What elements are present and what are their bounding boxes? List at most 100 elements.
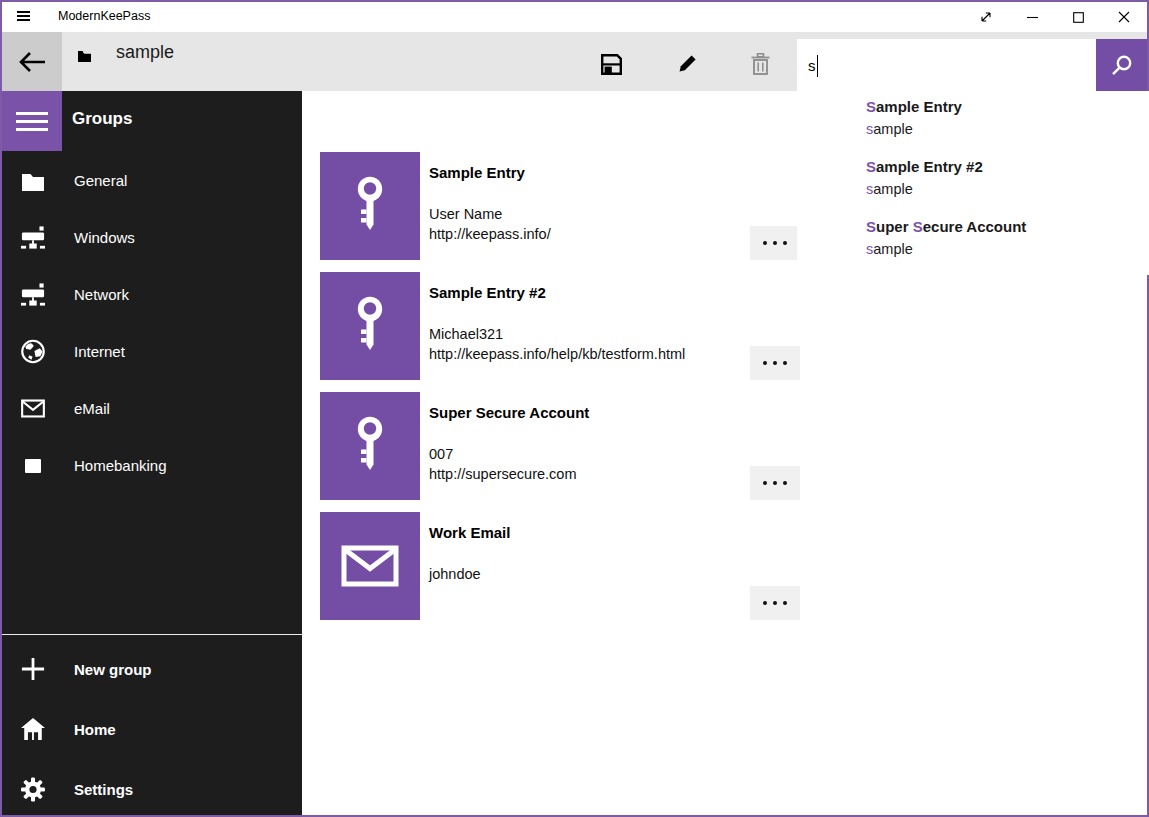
key-icon bbox=[347, 415, 393, 477]
groups-heading: Groups bbox=[72, 109, 132, 129]
entry-row[interactable]: Sample Entry #2 Michael321http://keepass… bbox=[320, 272, 1100, 380]
close-icon bbox=[1118, 11, 1130, 23]
nav-hamburger-button[interactable] bbox=[2, 91, 62, 151]
app-title: ModernKeePass bbox=[58, 9, 150, 23]
window-controls bbox=[963, 2, 1147, 32]
entry-details: User Namehttp://keepass.info/ bbox=[429, 204, 551, 244]
suggestion-title: Sample Entry bbox=[866, 97, 962, 117]
entry-title: Sample Entry #2 bbox=[429, 284, 546, 301]
more-button[interactable] bbox=[750, 226, 800, 260]
maximize-icon bbox=[1073, 12, 1084, 23]
entry-title: Sample Entry bbox=[429, 164, 525, 181]
minimize-icon bbox=[1027, 12, 1038, 23]
suggestion-item[interactable]: Sample Entry sample bbox=[866, 97, 962, 139]
sidebar-item-homebanking[interactable]: Homebanking bbox=[2, 437, 302, 494]
magnifier-icon bbox=[1110, 54, 1133, 77]
suggestion-item[interactable]: Super Secure Account sample bbox=[866, 217, 1026, 259]
sidebar-item-label: Internet bbox=[74, 343, 125, 360]
sidebar: Groups General Windows Network bbox=[2, 91, 302, 815]
key-icon bbox=[347, 295, 393, 357]
entry-title: Work Email bbox=[429, 524, 510, 541]
suggestion-subtitle: sample bbox=[866, 179, 983, 199]
save-button[interactable] bbox=[599, 52, 623, 76]
header-bar: sample s bbox=[2, 32, 1147, 91]
entry-username: Michael321 bbox=[429, 324, 685, 344]
entry-tile bbox=[320, 272, 420, 380]
sidebar-item-general[interactable]: General bbox=[2, 152, 302, 209]
groups-list: General Windows Network bbox=[2, 152, 302, 494]
more-button[interactable] bbox=[750, 586, 800, 620]
sidebar-item-label: eMail bbox=[74, 400, 110, 417]
entry-row[interactable]: Work Email johndoe bbox=[320, 512, 1100, 620]
search-input[interactable]: s bbox=[797, 39, 1096, 92]
entry-row[interactable]: Super Secure Account 007http://supersecu… bbox=[320, 392, 1100, 500]
new-group-button[interactable]: New group bbox=[2, 639, 302, 699]
entry-details: 007http://supersecure.com bbox=[429, 444, 577, 484]
folder-icon bbox=[78, 48, 91, 66]
folder-icon bbox=[21, 168, 45, 194]
sidebar-item-windows[interactable]: Windows bbox=[2, 209, 302, 266]
network-icon bbox=[21, 282, 45, 308]
entry-username: johndoe bbox=[429, 564, 481, 584]
entry-username: 007 bbox=[429, 444, 577, 464]
key-icon bbox=[347, 175, 393, 237]
search-button[interactable] bbox=[1096, 39, 1147, 92]
entry-list: Sample Entry User Namehttp://keepass.inf… bbox=[302, 91, 1147, 815]
more-button[interactable] bbox=[750, 466, 800, 500]
back-button[interactable] bbox=[2, 32, 62, 91]
save-icon bbox=[601, 54, 622, 75]
maximize-button[interactable] bbox=[1055, 2, 1101, 32]
hamburger-icon[interactable] bbox=[17, 11, 30, 22]
fullscreen-button[interactable] bbox=[963, 2, 1009, 32]
entry-details: johndoe bbox=[429, 564, 481, 584]
entry-username: User Name bbox=[429, 204, 551, 224]
sidebar-item-email[interactable]: eMail bbox=[2, 380, 302, 437]
sidebar-item-internet[interactable]: Internet bbox=[2, 323, 302, 380]
entry-tile bbox=[320, 392, 420, 500]
sidebar-item-label: Network bbox=[74, 286, 129, 303]
sidebar-item-label: Settings bbox=[74, 781, 133, 798]
trash-icon bbox=[751, 53, 770, 75]
back-arrow-icon bbox=[17, 49, 47, 75]
entry-url: http://keepass.info/help/kb/testform.htm… bbox=[429, 344, 685, 364]
sidebar-item-label: New group bbox=[74, 661, 152, 678]
sidebar-item-network[interactable]: Network bbox=[2, 266, 302, 323]
database-name: sample bbox=[116, 42, 174, 63]
titlebar: ModernKeePass bbox=[2, 2, 1147, 32]
entry-details: Michael321http://keepass.info/help/kb/te… bbox=[429, 324, 685, 364]
home-button[interactable]: Home bbox=[2, 699, 302, 759]
globe-icon bbox=[21, 339, 45, 365]
suggestion-item[interactable]: Sample Entry #2 sample bbox=[866, 157, 983, 199]
square-icon bbox=[21, 453, 45, 479]
suggestion-title: Sample Entry #2 bbox=[866, 157, 983, 177]
sidebar-item-label: Homebanking bbox=[74, 457, 167, 474]
close-button[interactable] bbox=[1101, 2, 1147, 32]
more-button[interactable] bbox=[750, 346, 800, 380]
entry-url: http://keepass.info/ bbox=[429, 224, 551, 244]
suggestion-title: Super Secure Account bbox=[866, 217, 1026, 237]
delete-button[interactable] bbox=[748, 52, 772, 76]
sidebar-footer: New group Home bbox=[2, 639, 302, 817]
plus-icon bbox=[21, 656, 45, 682]
entry-url: http://supersecure.com bbox=[429, 464, 577, 484]
envelope-icon bbox=[21, 396, 45, 422]
entry-tile bbox=[320, 152, 420, 260]
gear-icon bbox=[21, 776, 45, 802]
search-suggestions: Sample Entry sample Sample Entry #2 samp… bbox=[797, 91, 1149, 275]
minimize-button[interactable] bbox=[1009, 2, 1055, 32]
suggestion-subtitle: sample bbox=[866, 119, 962, 139]
app-window: ModernKeePass sample bbox=[0, 0, 1149, 817]
settings-button[interactable]: Settings bbox=[2, 759, 302, 817]
network-icon bbox=[21, 225, 45, 251]
entry-title: Super Secure Account bbox=[429, 404, 589, 421]
diagonal-arrows-icon bbox=[978, 9, 994, 25]
entry-tile bbox=[320, 512, 420, 620]
sidebar-item-label: Home bbox=[74, 721, 116, 738]
sidebar-item-label: Windows bbox=[74, 229, 135, 246]
sidebar-separator bbox=[2, 634, 302, 635]
edit-button[interactable] bbox=[675, 52, 699, 76]
home-icon bbox=[21, 716, 45, 742]
text-caret bbox=[817, 55, 819, 77]
pencil-icon bbox=[676, 53, 698, 75]
suggestion-subtitle: sample bbox=[866, 239, 1026, 259]
